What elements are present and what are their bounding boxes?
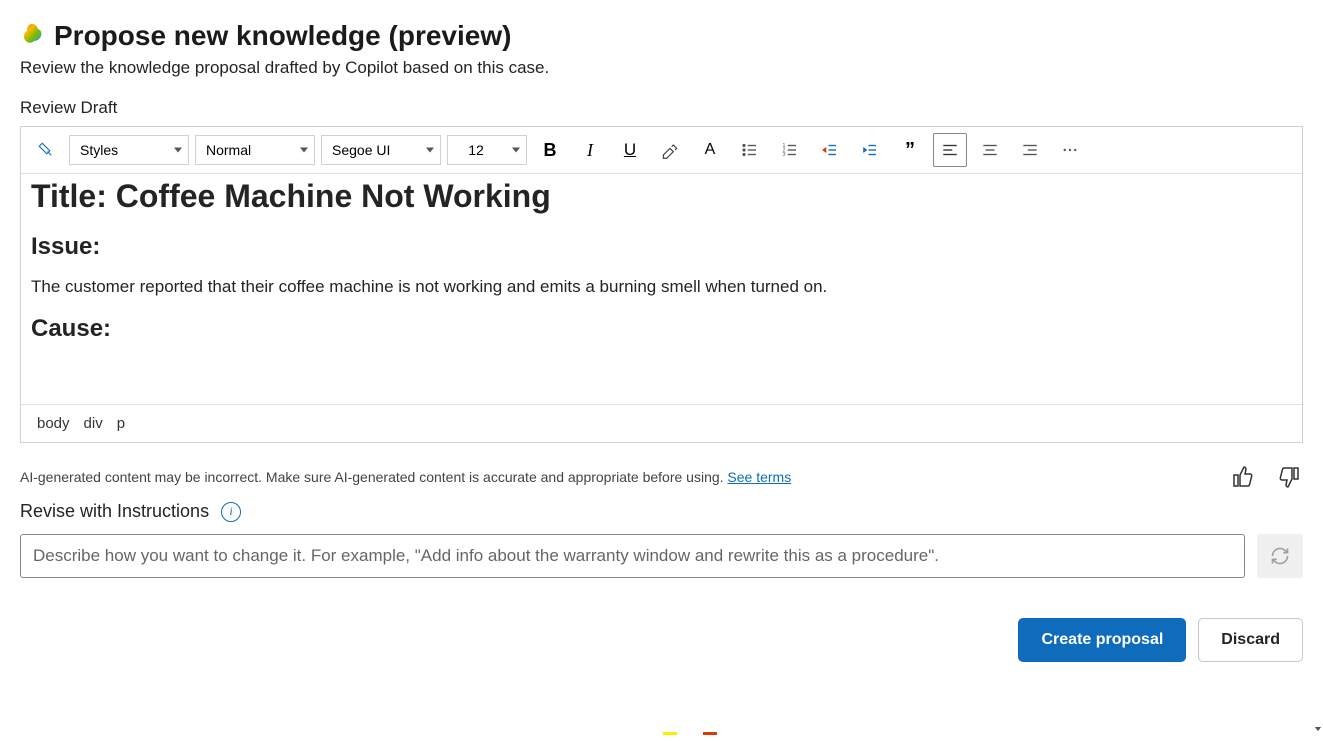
discard-button[interactable]: Discard xyxy=(1198,618,1303,662)
font-color-button[interactable]: A xyxy=(693,133,727,167)
revise-instructions-input[interactable] xyxy=(20,534,1245,578)
format-painter-button[interactable] xyxy=(29,133,63,167)
regenerate-button[interactable] xyxy=(1257,534,1303,578)
page-header: Propose new knowledge (preview) xyxy=(20,20,1303,52)
thumbs-up-button[interactable] xyxy=(1229,463,1257,491)
italic-button[interactable]: I xyxy=(573,133,607,167)
more-options-button[interactable] xyxy=(1053,133,1087,167)
chevron-down-icon xyxy=(300,148,308,153)
decrease-indent-button[interactable] xyxy=(813,133,847,167)
feedback-buttons xyxy=(1229,463,1303,491)
cause-heading: Cause: xyxy=(31,315,1292,343)
paragraph-value: Normal xyxy=(206,142,251,158)
issue-text: The customer reported that their coffee … xyxy=(31,275,1292,299)
disclaimer-text: AI-generated content may be incorrect. M… xyxy=(20,469,727,485)
see-terms-link[interactable]: See terms xyxy=(727,469,791,485)
highlight-color-button[interactable] xyxy=(653,133,687,167)
ordered-list-button[interactable]: 1 2 3 xyxy=(773,133,807,167)
ai-notice-row: AI-generated content may be incorrect. M… xyxy=(20,463,1303,491)
styles-select[interactable]: Styles xyxy=(69,135,189,165)
page-subtitle: Review the knowledge proposal drafted by… xyxy=(20,58,1303,78)
styles-value: Styles xyxy=(80,142,118,158)
action-buttons: Create proposal Discard xyxy=(20,618,1303,662)
size-value: 12 xyxy=(468,142,484,158)
review-draft-label: Review Draft xyxy=(20,98,1303,118)
font-size-select[interactable]: 12 xyxy=(447,135,527,165)
element-path: body div p xyxy=(21,404,1302,442)
font-value: Segoe UI xyxy=(332,142,390,158)
revise-input-row xyxy=(20,534,1303,578)
create-proposal-button[interactable]: Create proposal xyxy=(1018,618,1186,662)
issue-heading: Issue: xyxy=(31,233,1292,261)
align-right-button[interactable] xyxy=(1013,133,1047,167)
underline-button[interactable]: U xyxy=(613,133,647,167)
path-segment[interactable]: body xyxy=(37,415,70,432)
article-title: Title: Coffee Machine Not Working xyxy=(31,178,1292,215)
increase-indent-button[interactable] xyxy=(853,133,887,167)
editor-toolbar: Styles Normal Segoe UI 12 B I U xyxy=(21,127,1302,174)
path-segment[interactable]: p xyxy=(117,415,125,432)
blockquote-button[interactable]: ” xyxy=(893,133,927,167)
page-title: Propose new knowledge (preview) xyxy=(54,20,511,52)
align-center-button[interactable] xyxy=(973,133,1007,167)
font-family-select[interactable]: Segoe UI xyxy=(321,135,441,165)
info-icon[interactable]: i xyxy=(221,502,241,522)
path-segment[interactable]: div xyxy=(84,415,103,432)
revise-header: Revise with Instructions i xyxy=(20,501,1303,522)
chevron-down-icon xyxy=(426,148,434,153)
revise-label: Revise with Instructions xyxy=(20,501,209,522)
chevron-down-icon xyxy=(174,148,182,153)
chevron-down-icon xyxy=(512,148,520,153)
rich-text-editor: Styles Normal Segoe UI 12 B I U xyxy=(20,126,1303,443)
thumbs-down-button[interactable] xyxy=(1275,463,1303,491)
svg-text:3: 3 xyxy=(783,152,786,158)
unordered-list-button[interactable] xyxy=(733,133,767,167)
paragraph-format-select[interactable]: Normal xyxy=(195,135,315,165)
align-left-button[interactable] xyxy=(933,133,967,167)
copilot-icon xyxy=(20,22,44,51)
bold-button[interactable]: B xyxy=(533,133,567,167)
ai-disclaimer: AI-generated content may be incorrect. M… xyxy=(20,469,791,485)
editor-content-area[interactable]: Title: Coffee Machine Not Working Issue:… xyxy=(21,174,1302,404)
